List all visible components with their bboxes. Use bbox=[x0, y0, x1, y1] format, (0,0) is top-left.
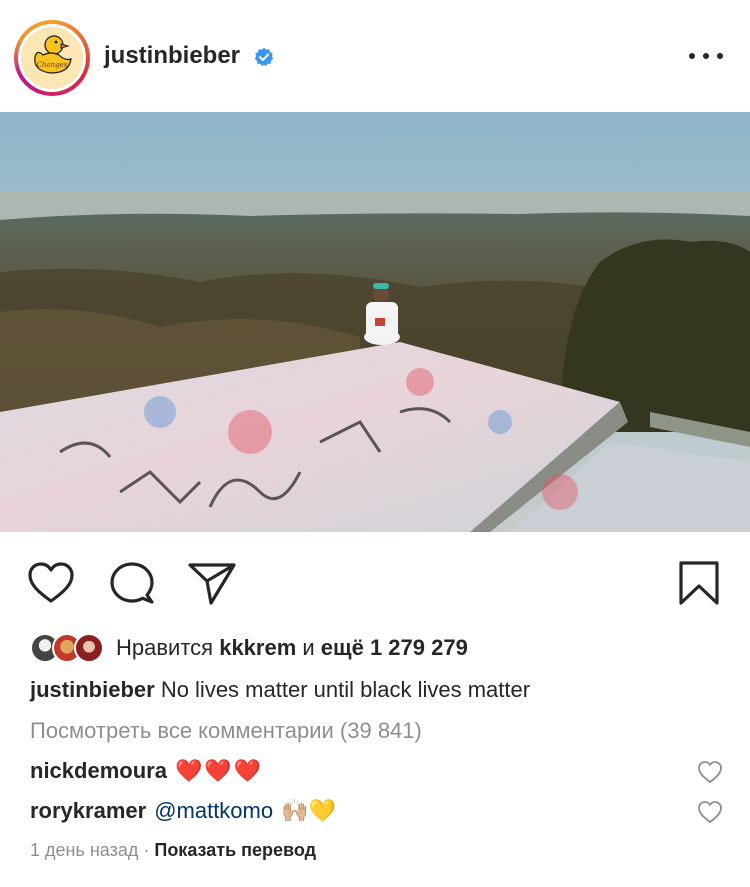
avatar[interactable]: Changes bbox=[21, 27, 83, 89]
comment-like-heart-icon[interactable] bbox=[697, 800, 723, 824]
post-actions bbox=[0, 532, 750, 630]
svg-text:Changes: Changes bbox=[37, 61, 68, 69]
more-options-button[interactable] bbox=[689, 46, 723, 66]
comment-text: 🙌🏼💛 bbox=[281, 798, 336, 824]
comment-icon[interactable] bbox=[108, 561, 156, 607]
story-ring[interactable]: Changes bbox=[14, 20, 90, 96]
caption-text: No lives matter until black lives matter bbox=[160, 677, 531, 702]
comment-username[interactable]: nickdemoura bbox=[30, 758, 167, 784]
comment-text: ❤️❤️❤️ bbox=[174, 758, 264, 784]
likes-count[interactable]: Нравится kkkrem и ещё 1 279 279 bbox=[116, 635, 468, 661]
comment-item: rorykramer @mattkomo 🙌🏼💛 bbox=[30, 798, 336, 824]
comment-mention[interactable]: @mattkomo bbox=[154, 798, 273, 824]
comment-like-heart-icon[interactable] bbox=[697, 760, 723, 784]
post-caption: justinbieber No lives matter until black… bbox=[30, 677, 530, 703]
dot-icon bbox=[717, 53, 723, 59]
post-header: Changes justinbieber bbox=[0, 0, 750, 112]
post-timestamp: 1 день назад bbox=[30, 840, 139, 860]
liker-avatar bbox=[74, 633, 104, 663]
caption-username[interactable]: justinbieber bbox=[30, 677, 155, 702]
comment-item: nickdemoura ❤️❤️❤️ bbox=[30, 758, 263, 784]
dot-icon bbox=[703, 53, 709, 59]
likes-row[interactable]: Нравится kkkrem и ещё 1 279 279 bbox=[30, 630, 468, 666]
post-username[interactable]: justinbieber bbox=[104, 42, 240, 70]
post-image bbox=[0, 112, 750, 532]
comment-username[interactable]: rorykramer bbox=[30, 798, 146, 824]
dot-icon bbox=[689, 53, 695, 59]
show-translation-link[interactable]: Показать перевод bbox=[154, 840, 316, 860]
verified-badge-icon bbox=[254, 47, 274, 67]
duck-logo-icon: Changes bbox=[21, 27, 83, 89]
post-photo[interactable] bbox=[0, 112, 750, 532]
paper-plane-icon[interactable] bbox=[187, 561, 237, 607]
bookmark-icon[interactable] bbox=[678, 560, 720, 606]
heart-icon[interactable] bbox=[27, 562, 75, 604]
post-footer: 1 день назад · Показать перевод bbox=[30, 840, 317, 860]
view-all-comments-link[interactable]: Посмотреть все комментарии (39 841) bbox=[30, 718, 422, 744]
